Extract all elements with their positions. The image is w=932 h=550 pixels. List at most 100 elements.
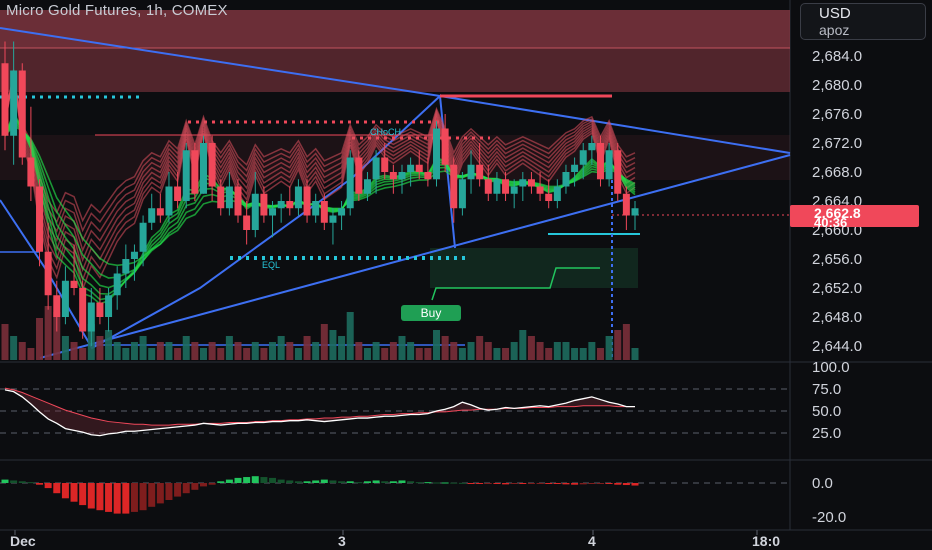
volume-bar	[381, 348, 389, 360]
candle-body	[338, 208, 346, 216]
histogram-bar	[10, 480, 18, 483]
time-tick-label: Dec	[10, 533, 36, 549]
candle-body	[372, 157, 380, 180]
candle-body	[182, 150, 190, 201]
candle-body	[27, 157, 35, 187]
volume-bar	[225, 336, 233, 360]
histogram-bar	[286, 480, 294, 483]
histogram-bar	[389, 481, 397, 483]
volume-bar	[407, 342, 415, 360]
volume-bar	[79, 348, 87, 360]
volume-bar	[502, 348, 510, 360]
candle-body	[415, 164, 423, 172]
volume-bar	[70, 342, 78, 360]
time-tick-label: 18:0	[752, 533, 780, 549]
time-tick-label: 4	[588, 533, 596, 549]
candle-body	[269, 208, 277, 216]
currency-selector[interactable]: USD apoz	[800, 3, 926, 40]
oscillator-tick-label: 50.0	[812, 403, 841, 420]
price-tick-label: 2,656.0	[812, 251, 862, 268]
candle	[433, 121, 441, 187]
candle-body	[493, 179, 501, 194]
volume-bar	[355, 342, 363, 360]
volume-bar	[286, 342, 294, 360]
histogram-bar	[562, 483, 570, 485]
volume-bar	[398, 336, 406, 360]
volume-bar	[174, 348, 182, 360]
last-price-tag: 2,662.8 40:36	[790, 205, 919, 230]
histogram-bar	[260, 477, 268, 483]
histogram-bar	[346, 481, 354, 483]
candle-body	[191, 150, 199, 194]
candle	[614, 143, 622, 201]
price-tick-label: 2,668.0	[812, 164, 862, 181]
volume-bar	[320, 324, 328, 360]
candle-body	[286, 201, 294, 209]
candle-body	[70, 280, 78, 288]
volume-bar	[441, 336, 449, 360]
demand-zone	[430, 248, 638, 288]
histogram-bar	[53, 483, 61, 494]
histogram-bar	[165, 483, 173, 500]
histogram-bar	[174, 483, 182, 497]
price-chart[interactable]: CHoCH EQL 2,684.0 2,680.0 2,676.0 2,672.0 2,66…	[0, 0, 932, 550]
oscillator-tick-label: 75.0	[812, 381, 841, 398]
volume-bar	[130, 342, 138, 360]
histogram-bar	[182, 483, 190, 494]
candle	[346, 150, 354, 216]
candle-body	[467, 164, 475, 180]
candle-body	[113, 273, 121, 296]
candle-body	[424, 172, 432, 180]
histogram-bar	[588, 483, 596, 484]
volume-bar	[605, 336, 613, 360]
bar-countdown: 40:36	[814, 215, 848, 230]
histogram-bar	[251, 476, 259, 483]
histogram-bar	[553, 483, 561, 484]
price-tick-label: 2,652.0	[812, 280, 862, 297]
volume-bar	[588, 342, 596, 360]
histogram-bar	[484, 483, 492, 484]
histogram-bar	[441, 482, 449, 484]
candle-body	[1, 63, 9, 136]
candle-body	[381, 157, 389, 172]
chart-title: Micro Gold Futures, 1h, COMEX	[6, 2, 228, 19]
candle-body	[174, 186, 182, 201]
volume-bar	[433, 330, 441, 360]
volume-bar	[277, 336, 285, 360]
price-tick-label: 2,672.0	[812, 135, 862, 152]
histogram-bar	[36, 483, 44, 485]
candle-body	[536, 186, 544, 194]
candle-body	[571, 164, 579, 172]
volume-bar	[614, 330, 622, 360]
volume-bar	[536, 342, 544, 360]
histogram-bar	[596, 483, 604, 484]
candle-body	[329, 215, 337, 223]
histogram-bar	[536, 483, 544, 484]
candle-body	[614, 150, 622, 194]
candle-body	[588, 143, 596, 151]
candle-body	[476, 164, 484, 180]
volume-bar	[113, 342, 121, 360]
candle-body	[44, 251, 52, 296]
candle-body	[527, 179, 535, 187]
histogram-bar	[294, 481, 302, 483]
histogram-bar	[329, 480, 337, 483]
buy-signal-label[interactable]: Buy	[401, 305, 461, 321]
candle	[191, 143, 199, 201]
volume-bar	[519, 330, 527, 360]
candle-body	[156, 208, 164, 216]
histogram-bar	[381, 481, 389, 483]
candle-body	[165, 186, 173, 216]
histogram-bar	[579, 483, 587, 485]
volume-bar	[44, 306, 52, 360]
candle-body	[458, 179, 466, 209]
candle-body	[484, 179, 492, 194]
volume-bar	[415, 348, 423, 360]
volume-bar	[450, 342, 458, 360]
volume-bar	[329, 330, 337, 360]
volume-bar	[191, 342, 199, 360]
volume-bar	[148, 348, 156, 360]
price-tick-label: 2,684.0	[812, 48, 862, 65]
candle-body	[122, 259, 130, 274]
histogram-bar	[545, 483, 553, 484]
